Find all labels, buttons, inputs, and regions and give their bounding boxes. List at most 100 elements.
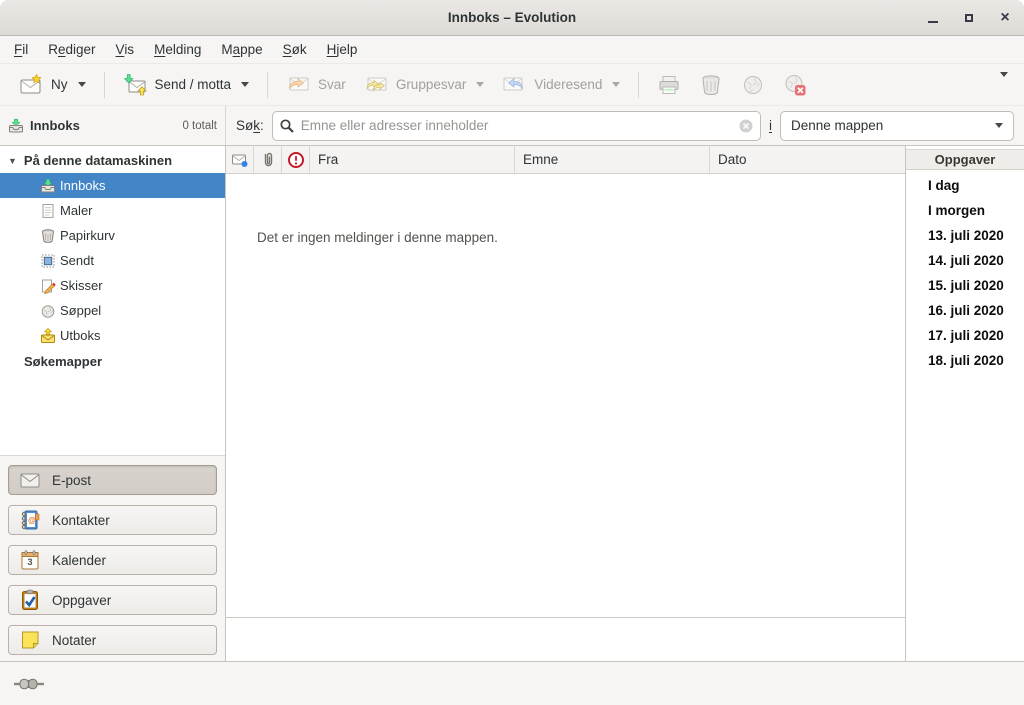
- message-list-header: Fra Emne Dato: [226, 146, 905, 174]
- window-controls: ×: [922, 0, 1016, 35]
- minimize-icon: [928, 21, 938, 23]
- maximize-button[interactable]: [958, 7, 980, 29]
- inbox-icon: [40, 178, 56, 194]
- switcher-oppgaver-button[interactable]: Oppgaver: [8, 585, 217, 615]
- menu-hjelp[interactable]: Hjelp: [317, 38, 368, 61]
- contacts-icon: @: [18, 508, 42, 532]
- mail-icon: [18, 468, 42, 492]
- task-pane: Oppgaver I dag I morgen 13. juli 2020 14…: [905, 146, 1024, 661]
- column-attachment[interactable]: [254, 146, 282, 173]
- toolbar: Ny Send / motta Svar Gruppesvar Viderese…: [0, 64, 1024, 106]
- clear-icon[interactable]: [738, 118, 754, 134]
- print-button[interactable]: [648, 68, 690, 102]
- inbox-icon: [8, 118, 24, 134]
- important-column-icon: [287, 151, 305, 169]
- folder-header: Innboks 0 totalt: [0, 106, 226, 145]
- close-icon: ×: [1000, 10, 1009, 26]
- menu-rediger[interactable]: Rediger: [38, 38, 105, 61]
- toolbar-separator: [104, 72, 105, 98]
- online-status-button[interactable]: [14, 677, 44, 691]
- menubar: Fil Rediger Vis Melding Mappe Søk Hjelp: [0, 36, 1024, 64]
- task-group-date[interactable]: 13. juli 2020: [906, 223, 1024, 248]
- status-column-icon: [231, 151, 249, 169]
- tree-root-on-this-computer[interactable]: ▼ På denne datamaskinen: [0, 148, 225, 173]
- toolbar-overflow-button[interactable]: [992, 73, 1014, 96]
- not-junk-icon: [783, 73, 807, 97]
- column-important[interactable]: [282, 146, 310, 173]
- menu-melding[interactable]: Melding: [144, 38, 211, 61]
- menu-fil[interactable]: Fil: [4, 38, 38, 61]
- task-group-i-morgen[interactable]: I morgen: [906, 198, 1024, 223]
- column-dato[interactable]: Dato: [710, 146, 905, 173]
- send-receive-icon: [123, 73, 147, 97]
- maximize-icon: [965, 14, 973, 22]
- switcher-epost-button[interactable]: E-post: [8, 465, 217, 495]
- task-group-i-dag[interactable]: I dag: [906, 173, 1024, 198]
- column-status[interactable]: [226, 146, 254, 173]
- switcher-kalender-button[interactable]: 3 Kalender: [8, 545, 217, 575]
- trash-icon: [40, 228, 56, 244]
- svg-text:@: @: [28, 516, 36, 525]
- task-group-date[interactable]: 14. juli 2020: [906, 248, 1024, 273]
- forward-dropdown-arrow-icon: [612, 82, 620, 87]
- send-receive-button[interactable]: Send / motta: [114, 68, 259, 102]
- task-group-date[interactable]: 15. juli 2020: [906, 273, 1024, 298]
- search-box: [272, 111, 761, 141]
- combo-arrow-icon: [995, 123, 1003, 128]
- not-junk-button[interactable]: [774, 68, 816, 102]
- expander-icon[interactable]: ▼: [8, 156, 17, 166]
- evolution-window: Innboks – Evolution × Fil Rediger Vis Me…: [0, 0, 1024, 705]
- search-scope-combobox[interactable]: Denne mappen: [780, 111, 1014, 141]
- group-reply-dropdown-arrow-icon: [476, 82, 484, 87]
- switcher-kontakter-button[interactable]: @ Kontakter: [8, 505, 217, 535]
- overflow-arrow-icon: [1000, 72, 1008, 92]
- delete-icon: [699, 73, 723, 97]
- drafts-icon: [40, 278, 56, 294]
- new-message-button[interactable]: Ny: [10, 68, 95, 102]
- folder-maler[interactable]: Maler: [0, 198, 225, 223]
- task-group-date[interactable]: 17. juli 2020: [906, 323, 1024, 348]
- task-group-date[interactable]: 16. juli 2020: [906, 298, 1024, 323]
- delete-button[interactable]: [690, 68, 732, 102]
- menu-sok[interactable]: Søk: [273, 38, 317, 61]
- message-list-body: Det er ingen meldinger i denne mappen.: [226, 174, 905, 661]
- group-reply-icon: [364, 73, 388, 97]
- attachment-column-icon: [259, 151, 277, 169]
- junk-button[interactable]: [732, 68, 774, 102]
- titlebar: Innboks – Evolution ×: [0, 0, 1024, 36]
- forward-button[interactable]: Videresend: [493, 68, 629, 102]
- folder-innboks[interactable]: Innboks: [0, 173, 225, 198]
- folder-tree: ▼ På denne datamaskinen Innboks Maler Pa…: [0, 146, 225, 455]
- toolbar-separator: [267, 72, 268, 98]
- menu-mappe[interactable]: Mappe: [211, 38, 272, 61]
- svg-text:3: 3: [28, 557, 33, 567]
- main-content: ▼ På denne datamaskinen Innboks Maler Pa…: [0, 146, 1024, 661]
- folder-sidebar: ▼ På denne datamaskinen Innboks Maler Pa…: [0, 146, 226, 661]
- folder-sendt[interactable]: Sendt: [0, 248, 225, 273]
- preview-pane-splitter[interactable]: [226, 617, 905, 618]
- empty-folder-message: Det er ingen meldinger i denne mappen.: [257, 230, 498, 245]
- close-button[interactable]: ×: [994, 7, 1016, 29]
- search-label: Søk:: [236, 118, 264, 133]
- status-bar: [0, 661, 1024, 705]
- column-fra[interactable]: Fra: [310, 146, 515, 173]
- folder-papirkurv[interactable]: Papirkurv: [0, 223, 225, 248]
- scope-in-label: i: [769, 118, 772, 133]
- sent-icon: [40, 253, 56, 269]
- menu-vis[interactable]: Vis: [106, 38, 145, 61]
- folder-utboks[interactable]: Utboks: [0, 323, 225, 348]
- tree-root-sokemapper[interactable]: Søkemapper: [0, 348, 225, 374]
- outbox-icon: [40, 328, 56, 344]
- send-receive-dropdown-arrow-icon: [241, 82, 249, 87]
- switcher-notater-button[interactable]: Notater: [8, 625, 217, 655]
- minimize-button[interactable]: [922, 7, 944, 29]
- task-pane-header: Oppgaver: [906, 149, 1024, 170]
- column-emne[interactable]: Emne: [515, 146, 710, 173]
- folder-skisser[interactable]: Skisser: [0, 273, 225, 298]
- folder-soppel[interactable]: Søppel: [0, 298, 225, 323]
- group-reply-button[interactable]: Gruppesvar: [355, 68, 494, 102]
- search-input[interactable]: [301, 118, 732, 133]
- reply-button[interactable]: Svar: [277, 68, 355, 102]
- task-group-date[interactable]: 18. juli 2020: [906, 348, 1024, 373]
- notes-icon: [18, 628, 42, 652]
